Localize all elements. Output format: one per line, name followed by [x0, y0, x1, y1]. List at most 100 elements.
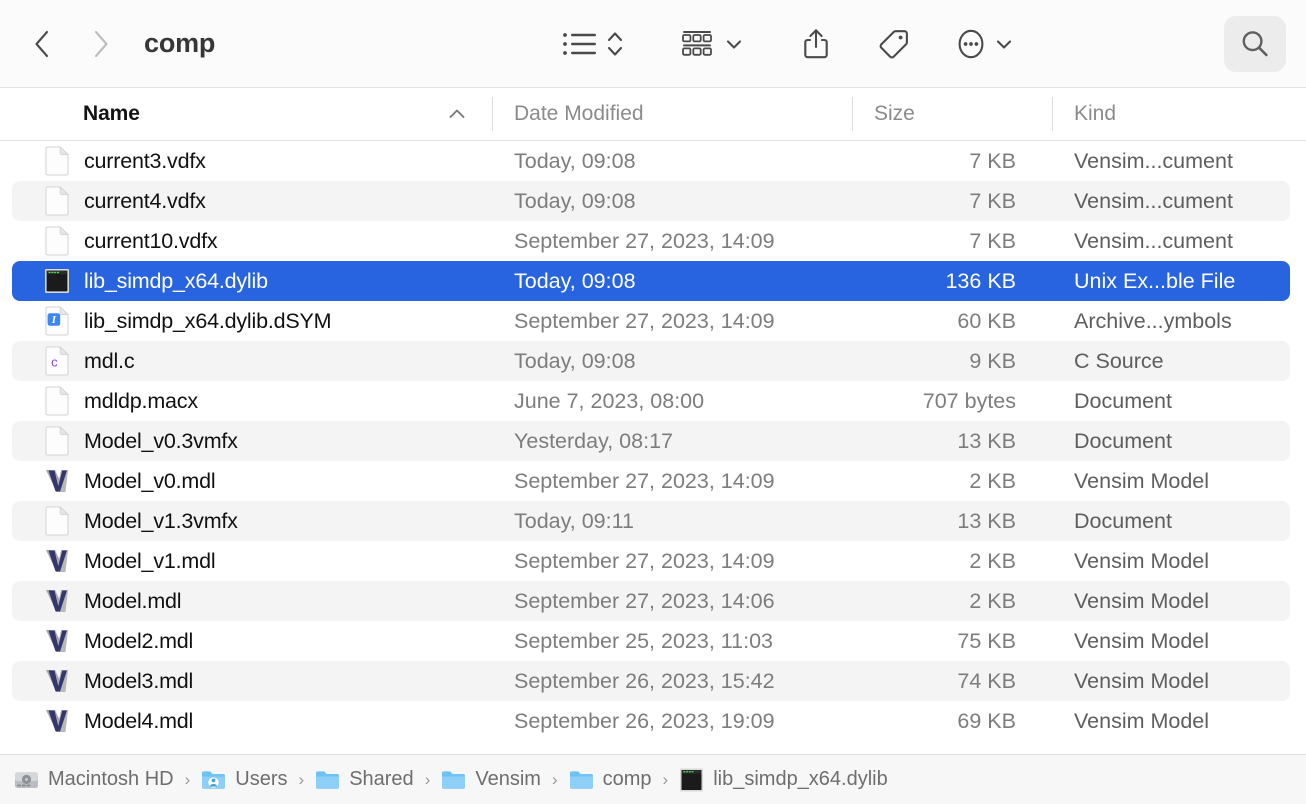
- toolbar: comp: [0, 0, 1306, 88]
- svg-text:c: c: [51, 355, 58, 370]
- folder-icon: [441, 767, 466, 792]
- chevron-left-icon: [34, 30, 48, 57]
- cell-file-name[interactable]: Model_v0.3vmfx: [0, 426, 492, 456]
- table-row[interactable]: lib_simdp_x64.dylib Today, 09:08 136 KB Uni…: [0, 261, 1306, 301]
- path-bar-item-label: Users: [235, 768, 288, 790]
- table-row[interactable]: Model_v1.mdl September 27, 2023, 14:09 2 K…: [0, 541, 1306, 581]
- cell-kind: Archive...ymbols: [1074, 308, 1232, 333]
- table-row[interactable]: current10.vdfx September 27, 2023, 14:09 7…: [0, 221, 1306, 261]
- folder-icon: [315, 767, 340, 792]
- cell-kind: Document: [1074, 508, 1172, 533]
- cell-size: 9 KB: [969, 348, 1016, 373]
- path-bar-item[interactable]: comp: [569, 767, 652, 792]
- table-row[interactable]: Model_v0.mdl September 27, 2023, 14:09 2 K…: [0, 461, 1306, 501]
- path-bar-item[interactable]: Vensim: [441, 767, 541, 792]
- back-button[interactable]: [26, 24, 56, 64]
- users-folder-icon: [201, 767, 226, 792]
- cell-kind: Vensim Model: [1074, 708, 1210, 733]
- path-separator-icon: ›: [551, 769, 558, 789]
- vensim-model-icon: [44, 666, 70, 696]
- cell-file-name[interactable]: Model_v1.mdl: [0, 546, 492, 576]
- cell-file-name[interactable]: Model_v1.3vmfx: [0, 506, 492, 536]
- column-header-date-modified[interactable]: Date Modified: [492, 88, 852, 140]
- table-row[interactable]: Model2.mdl September 25, 2023, 11:03 75 KB…: [0, 621, 1306, 661]
- table-row[interactable]: current3.vdfx Today, 09:08 7 KB Vensim...cu…: [0, 141, 1306, 181]
- column-header-row: Name Date Modified Size Kind: [0, 88, 1306, 141]
- table-row[interactable]: Model_v1.3vmfx Today, 09:11 13 KB Document: [0, 501, 1306, 541]
- tag-icon: [879, 29, 909, 58]
- cell-file-name[interactable]: current4.vdfx: [0, 186, 492, 216]
- finder-window: comp Name Date Modified Size Kind curren…: [0, 0, 1306, 804]
- table-row[interactable]: Model.mdl September 27, 2023, 14:06 2 KB Ve…: [0, 581, 1306, 621]
- blank-document-icon: [44, 426, 70, 456]
- column-header-name[interactable]: Name: [0, 88, 492, 140]
- table-row[interactable]: Model4.mdl September 26, 2023, 19:09 69 KB…: [0, 701, 1306, 741]
- list-view-button[interactable]: [560, 27, 600, 61]
- path-bar-item[interactable]: Users: [201, 767, 288, 792]
- cell-file-name[interactable]: Model4.mdl: [0, 706, 492, 736]
- chevron-down-icon: [997, 39, 1012, 49]
- cell-date-modified: Today, 09:11: [514, 508, 634, 533]
- more-dropdown-button[interactable]: [992, 27, 1016, 61]
- forward-button[interactable]: [86, 24, 116, 64]
- more-controls: [950, 24, 1016, 64]
- table-row[interactable]: mdldp.macx June 7, 2023, 08:00 707 bytes Do…: [0, 381, 1306, 421]
- table-row[interactable]: current4.vdfx Today, 09:08 7 KB Vensim...cu…: [0, 181, 1306, 221]
- group-dropdown-button[interactable]: [722, 27, 746, 61]
- ellipsis-circle-icon: [958, 29, 984, 58]
- cell-file-name[interactable]: Model3.mdl: [0, 666, 492, 696]
- cell-date-modified: September 26, 2023, 15:42: [514, 668, 775, 693]
- cell-date-modified: September 27, 2023, 14:09: [514, 548, 775, 573]
- path-bar-item-label: comp: [602, 768, 652, 790]
- path-bar-item[interactable]: lib_simdp_x64.dylib: [679, 767, 888, 792]
- page-title: comp: [144, 28, 216, 58]
- search-button[interactable]: [1224, 15, 1286, 72]
- cell-file-name[interactable]: current3.vdfx: [0, 146, 492, 176]
- vensim-model-icon: [44, 586, 70, 616]
- cell-kind: Vensim Model: [1074, 468, 1210, 493]
- cell-kind: Vensim Model: [1074, 668, 1210, 693]
- sort-updown-icon: [608, 31, 623, 56]
- vensim-model-icon: [44, 466, 70, 496]
- cell-file-name[interactable]: current10.vdfx: [0, 226, 492, 256]
- sort-button[interactable]: [602, 27, 628, 61]
- file-name-label: Model_v0.mdl: [84, 468, 216, 493]
- file-list[interactable]: current3.vdfx Today, 09:08 7 KB Vensim...cu…: [0, 141, 1306, 754]
- cell-kind: Vensim...cument: [1074, 228, 1233, 253]
- cell-size: 60 KB: [957, 308, 1016, 333]
- table-row[interactable]: c mdl.c Today, 09:08 9 KB C Source: [0, 341, 1306, 381]
- column-header-size[interactable]: Size: [852, 88, 1052, 140]
- archive-symbols-icon: I: [44, 306, 70, 336]
- table-row[interactable]: Model_v0.3vmfx Yesterday, 08:17 13 KB Docum…: [0, 421, 1306, 461]
- cell-date-modified: Today, 09:08: [514, 348, 636, 373]
- vensim-model-icon: [44, 546, 70, 576]
- share-button[interactable]: [796, 24, 836, 64]
- path-bar-item[interactable]: Shared: [315, 767, 414, 792]
- path-bar-item[interactable]: Macintosh HD: [14, 767, 174, 792]
- search-icon: [1242, 30, 1268, 56]
- cell-date-modified: Yesterday, 08:17: [514, 428, 673, 453]
- cell-file-name[interactable]: Model2.mdl: [0, 626, 492, 656]
- path-separator-icon: ›: [298, 769, 305, 789]
- group-button[interactable]: [678, 27, 722, 61]
- cell-size: 69 KB: [957, 708, 1016, 733]
- blank-document-icon: [44, 186, 70, 216]
- cell-file-name[interactable]: I lib_simdp_x64.dylib.dSYM: [0, 306, 492, 336]
- table-row[interactable]: I lib_simdp_x64.dylib.dSYM September 27, …: [0, 301, 1306, 341]
- cell-file-name[interactable]: Model.mdl: [0, 586, 492, 616]
- blank-document-icon: [44, 146, 70, 176]
- more-button[interactable]: [950, 24, 992, 64]
- table-row[interactable]: Model3.mdl September 26, 2023, 15:42 74 KB…: [0, 661, 1306, 701]
- cell-file-name[interactable]: Model_v0.mdl: [0, 466, 492, 496]
- cell-file-name[interactable]: mdldp.macx: [0, 386, 492, 416]
- cell-size: 75 KB: [957, 628, 1016, 653]
- tag-button[interactable]: [872, 24, 914, 64]
- cell-file-name[interactable]: c mdl.c: [0, 346, 492, 376]
- path-separator-icon: ›: [424, 769, 431, 789]
- column-header-kind[interactable]: Kind: [1052, 88, 1306, 140]
- file-name-label: mdldp.macx: [84, 388, 198, 413]
- cell-file-name[interactable]: lib_simdp_x64.dylib: [0, 266, 492, 296]
- cell-size: 2 KB: [969, 468, 1016, 493]
- file-name-label: Model.mdl: [84, 588, 182, 613]
- cell-kind: Document: [1074, 388, 1172, 413]
